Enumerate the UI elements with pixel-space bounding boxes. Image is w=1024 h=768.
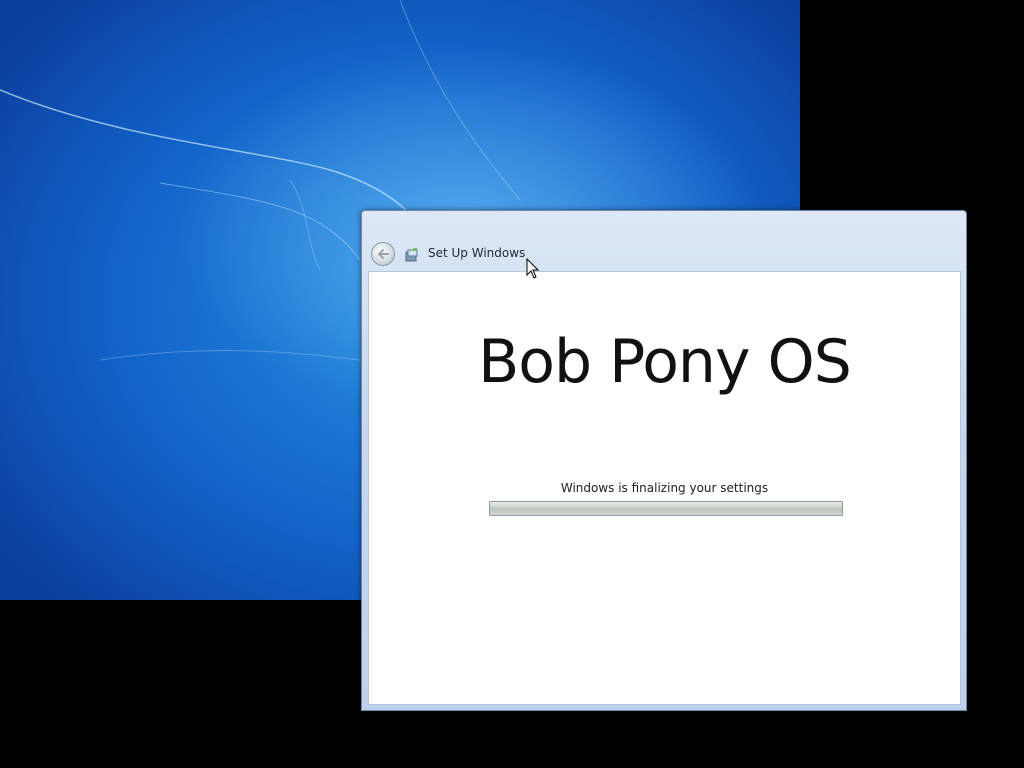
dialog-title: Set Up Windows [428,246,526,260]
progress-bar [489,501,843,516]
progress-fill [490,502,842,515]
dialog-titlebar: Set Up Windows [362,211,966,271]
setup-windows-dialog: Set Up Windows Bob Pony OS Windows is fi… [361,210,967,711]
mouse-cursor-icon [526,258,540,279]
setup-windows-icon [404,247,420,263]
status-text: Windows is finalizing your settings [560,481,769,495]
back-arrow-icon[interactable] [371,242,395,266]
os-brand-title: Bob Pony OS [478,327,852,397]
dialog-content: Bob Pony OS Windows is finalizing your s… [368,271,961,705]
